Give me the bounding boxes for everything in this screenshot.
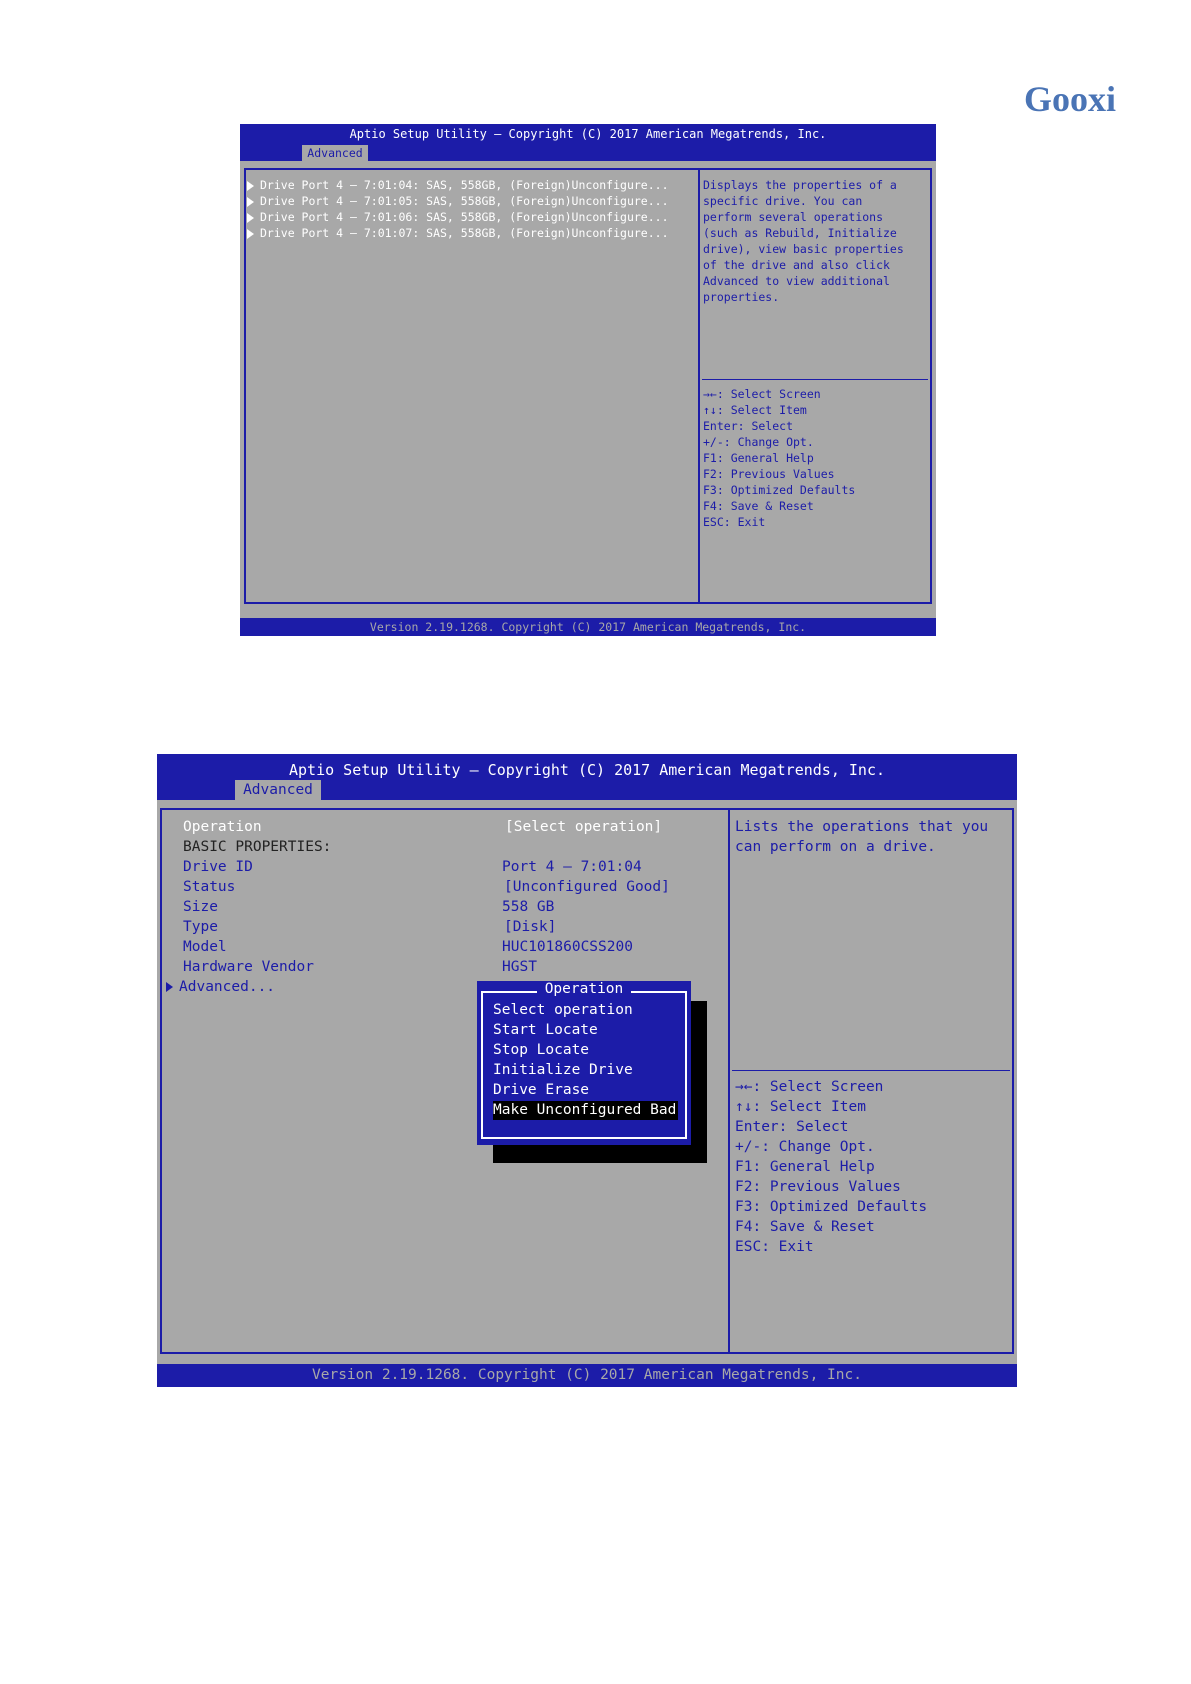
operation-label[interactable]: Operation	[183, 819, 262, 835]
key-hint: Enter: Select	[703, 419, 794, 433]
operation-value[interactable]: [Select operation]	[505, 819, 662, 835]
popup-option-selected[interactable]: Make Unconfigured Bad	[493, 1101, 679, 1120]
drive-id-label: Drive ID	[183, 859, 253, 875]
popup-option[interactable]: Start Locate	[493, 1021, 598, 1040]
key-hint: Enter: Select	[735, 1119, 849, 1135]
type-value: [Disk]	[504, 919, 557, 935]
help-line: of the drive and also click	[703, 258, 890, 272]
model-label: Model	[183, 939, 227, 955]
key-hint: F2: Previous Values	[735, 1179, 901, 1195]
bios-screen-drive-list: Aptio Setup Utility – Copyright (C) 2017…	[240, 124, 936, 636]
type-label: Type	[183, 919, 218, 935]
key-hint: F3: Optimized Defaults	[703, 483, 856, 497]
help-line: perform several operations	[703, 210, 884, 224]
hardware-vendor-value: HGST	[502, 959, 537, 975]
key-hint: +/-: Change Opt.	[703, 435, 814, 449]
submenu-arrow-icon	[247, 228, 254, 239]
key-hint: →←: Select Screen	[703, 387, 821, 401]
size-label: Size	[183, 899, 218, 915]
popup-option[interactable]: Drive Erase	[493, 1081, 589, 1100]
key-hint: F3: Optimized Defaults	[735, 1199, 928, 1215]
drive-id-value: Port 4 – 7:01:04	[502, 859, 642, 875]
drive-item[interactable]: Drive Port 4 – 7:01:06: SAS, 558GB, (For…	[247, 210, 669, 224]
status-label: Status	[183, 879, 236, 895]
bios-footer: Version 2.19.1268. Copyright (C) 2017 Am…	[240, 618, 936, 636]
size-value: 558 GB	[502, 899, 555, 915]
help-divider	[732, 1070, 1010, 1071]
key-hint: F4: Save & Reset	[735, 1219, 875, 1235]
drive-item[interactable]: Drive Port 4 – 7:01:05: SAS, 558GB, (For…	[247, 194, 669, 208]
submenu-arrow-icon	[247, 196, 254, 207]
bios-title: Aptio Setup Utility – Copyright (C) 2017…	[288, 761, 886, 779]
hardware-vendor-label: Hardware Vendor	[183, 959, 314, 975]
bios-header: Aptio Setup Utility – Copyright (C) 2017…	[157, 754, 1017, 800]
help-line: properties.	[703, 290, 780, 304]
popup-title: Operation	[477, 981, 691, 997]
popup-option[interactable]: Initialize Drive	[493, 1061, 633, 1080]
gooxi-logo: Gooxi	[1024, 79, 1117, 119]
tab-advanced[interactable]: Advanced	[302, 145, 368, 161]
key-hint: ↑↓: Select Item	[735, 1099, 866, 1115]
panel-divider	[698, 168, 700, 604]
panel-divider	[728, 808, 730, 1354]
help-line: Displays the properties of a	[703, 178, 897, 192]
submenu-arrow-icon	[247, 180, 254, 191]
key-hint: F2: Previous Values	[703, 467, 835, 481]
bios-footer: Version 2.19.1268. Copyright (C) 2017 Am…	[157, 1364, 1017, 1387]
submenu-arrow-icon	[247, 212, 254, 223]
basic-properties-heading: BASIC PROPERTIES:	[183, 839, 332, 855]
key-hint: ↑↓: Select Item	[703, 403, 807, 417]
drive-item[interactable]: Drive Port 4 – 7:01:07: SAS, 558GB, (For…	[247, 226, 669, 240]
bios-header: Aptio Setup Utility – Copyright (C) 2017…	[240, 124, 936, 161]
popup-option[interactable]: Select operation	[493, 1001, 633, 1020]
key-hint: F1: General Help	[735, 1159, 875, 1175]
model-value: HUC101860CSS200	[502, 939, 633, 955]
help-line: Lists the operations that you	[735, 819, 989, 835]
advanced-link[interactable]: Advanced...	[166, 979, 275, 995]
key-hint: F1: General Help	[703, 451, 814, 465]
bios-title: Aptio Setup Utility – Copyright (C) 2017…	[349, 127, 827, 141]
drive-item[interactable]: Drive Port 4 – 7:01:04: SAS, 558GB, (For…	[247, 178, 669, 192]
key-hint: F4: Save & Reset	[703, 499, 814, 513]
operation-popup[interactable]: Operation Select operation Start Locate …	[477, 981, 691, 1145]
help-line: drive), view basic properties	[703, 242, 904, 256]
key-hint: ESC: Exit	[735, 1239, 814, 1255]
help-divider	[702, 379, 928, 380]
bios-screen-drive-properties: Aptio Setup Utility – Copyright (C) 2017…	[157, 754, 1017, 1387]
help-line: can perform on a drive.	[735, 839, 936, 855]
popup-option[interactable]: Stop Locate	[493, 1041, 589, 1060]
status-value: [Unconfigured Good]	[504, 879, 670, 895]
key-hint: +/-: Change Opt.	[735, 1139, 875, 1155]
help-line: (such as Rebuild, Initialize	[703, 226, 897, 240]
help-line: specific drive. You can	[703, 194, 863, 208]
key-hint: →←: Select Screen	[735, 1079, 884, 1095]
tab-advanced[interactable]: Advanced	[235, 780, 321, 800]
submenu-arrow-icon	[166, 982, 173, 992]
help-line: Advanced to view additional	[703, 274, 890, 288]
key-hint: ESC: Exit	[703, 515, 766, 529]
